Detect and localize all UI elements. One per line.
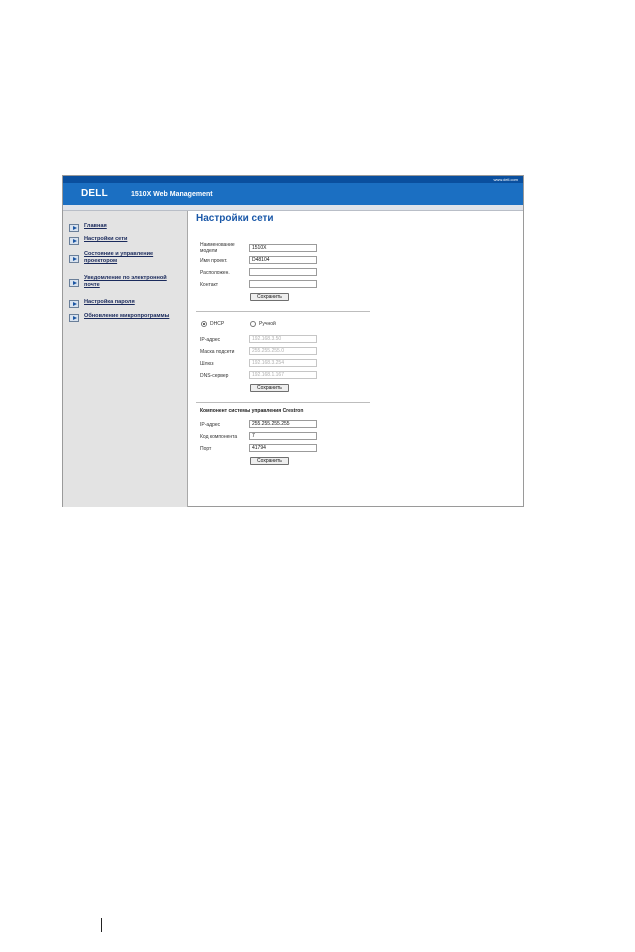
arrow-right-icon [69,314,79,322]
subnet-mask-label: Маска подсети [200,349,235,355]
dell-logo: DELL [81,188,108,199]
top-bar: www.dell.com [63,176,523,183]
sidebar-item-label: Уведомление по электронной почте [84,275,167,288]
crestron-section-title: Компонент системы управления Crestron [200,408,304,414]
ip-address-label: IP-адрес [200,337,221,343]
sidebar-item-label: Состояние и управление проектором [84,251,154,264]
projector-name-label: Имя проект. [200,258,228,264]
save-network-button[interactable]: Сохранить [250,384,289,392]
sidebar-item-password-setting[interactable]: Настройка пароля [69,299,182,308]
app-title: 1510X Web Management [131,191,213,198]
arrow-right-icon [69,300,79,308]
sidebar-item-network-settings[interactable]: Настройки сети [69,236,182,245]
sidebar: Главная Настройки сети Состояние и управ… [63,211,188,507]
save-general-button[interactable]: Сохранить [250,293,289,301]
contact-input[interactable] [249,280,317,288]
site-url-link[interactable]: www.dell.com [494,176,518,183]
header-banner: DELL 1510X Web Management [63,183,523,205]
dhcp-radio[interactable] [201,321,207,327]
arrow-right-icon [69,279,79,287]
arrow-right-icon [69,224,79,232]
crestron-ip-label: IP-адрес [200,422,221,428]
port-label: Порт [200,446,212,452]
sidebar-item-label: Главная [84,223,107,229]
sidebar-item-projector-status[interactable]: Состояние и управление проектором [69,251,182,265]
port-input[interactable]: 41794 [249,444,317,452]
dns-server-input[interactable]: 192.168.1.167 [249,371,317,379]
ip-address-input[interactable]: 192.168.3.50 [249,335,317,343]
save-crestron-button[interactable]: Сохранить [250,457,289,465]
section-divider [196,402,370,403]
crestron-ip-input[interactable]: 255.255.255.255 [249,420,317,428]
page-footer-rule [101,918,102,932]
sidebar-item-label: Обновление микропрограммы [84,313,170,319]
location-label: Расположен. [200,270,230,276]
manual-radio[interactable] [250,321,256,327]
section-divider [196,311,370,312]
gateway-input[interactable]: 192.168.3.254 [249,359,317,367]
sidebar-item-email-alert[interactable]: Уведомление по электронной почте [69,275,182,289]
model-name-label: Наименование модели [200,242,235,254]
model-name-field: 1510X [249,244,317,252]
manual-label: Ручной [259,321,276,327]
arrow-right-icon [69,255,79,263]
sidebar-item-label: Настройка пароля [84,299,135,305]
arrow-right-icon [69,237,79,245]
sidebar-item-label: Настройки сети [84,236,128,242]
dns-server-label: DNS-сервер [200,373,229,379]
sidebar-item-firmware-update[interactable]: Обновление микропрограммы [69,313,194,322]
subnet-mask-input[interactable]: 255.255.255.0 [249,347,317,355]
sidebar-item-home[interactable]: Главная [69,223,182,232]
component-code-label: Код компонента [200,434,238,440]
contact-label: Контакт [200,282,219,288]
component-code-input[interactable]: 7 [249,432,317,440]
location-input[interactable] [249,268,317,276]
gateway-label: Шлюз [200,361,214,367]
projector-name-input[interactable]: D48104 [249,256,317,264]
dhcp-label: DHCP [210,321,225,327]
page-title: Настройки сети [196,213,274,224]
main-content: Настройки сети Наименование модели 1510X… [189,211,523,507]
web-management-window: www.dell.com DELL 1510X Web Management Г… [62,175,524,507]
